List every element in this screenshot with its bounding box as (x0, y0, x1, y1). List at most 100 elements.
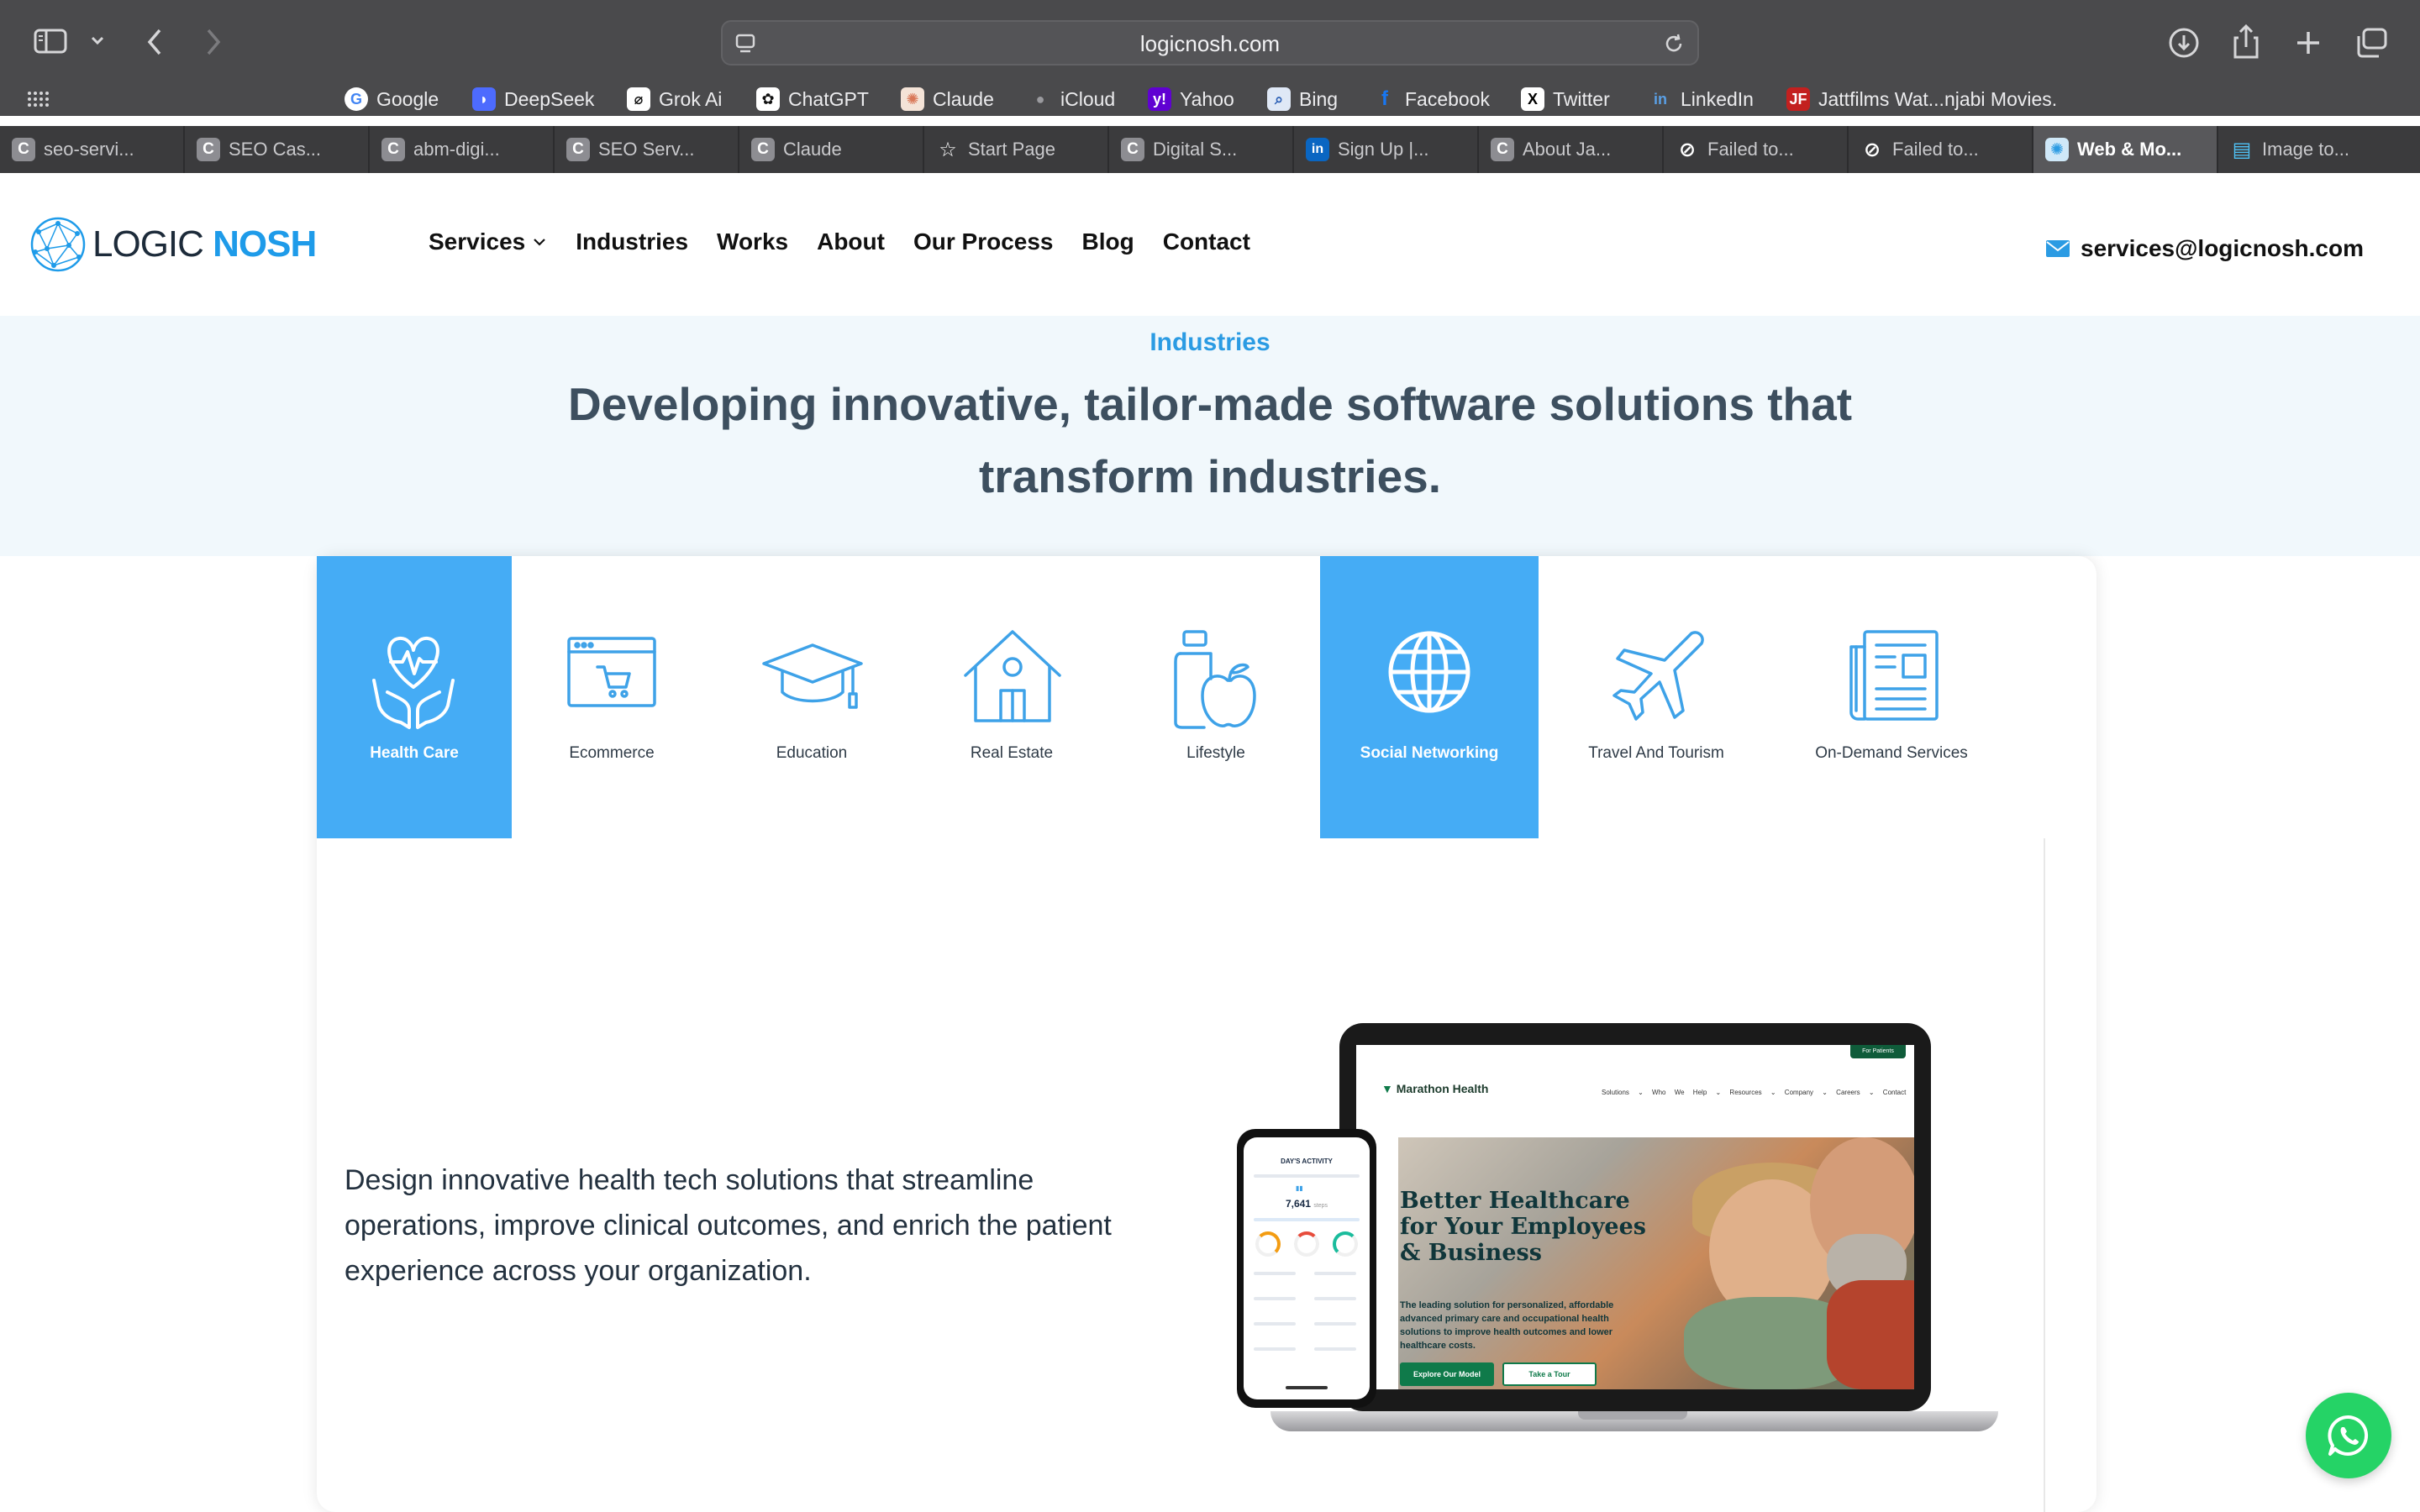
section-headline: Developing innovative, tailor-made softw… (567, 378, 1853, 502)
favorite-yahoo[interactable]: y! Yahoo (1148, 86, 1234, 113)
claude-icon: ✺ (901, 87, 924, 111)
favorite-jattfilms[interactable]: JF Jattfilms Wat...njabi Movies. (1786, 86, 2057, 113)
industry-label: Social Networking (1360, 744, 1499, 762)
download-icon[interactable] (2168, 27, 2200, 63)
tab-favicon: C (566, 138, 590, 161)
phone-steps: 7,641 steps (1285, 1198, 1328, 1210)
tab-label: Web & Mo... (2077, 139, 2182, 160)
tab-on-demand-services[interactable]: On-Demand Services (1774, 556, 2009, 838)
nav-industries[interactable]: Industries (576, 228, 688, 255)
nav-about[interactable]: About (817, 228, 885, 255)
logo-text: LOGIC NOSH (92, 223, 317, 265)
nav-contact[interactable]: Contact (1163, 228, 1250, 255)
deepseek-icon: ◗ (472, 87, 496, 111)
tab-travel-and-tourism[interactable]: Travel And Tourism (1539, 556, 1774, 838)
tab-favicon: C (197, 138, 220, 161)
new-tab-icon[interactable] (2294, 29, 2323, 61)
favorite-label: Jattfilms Wat...njabi Movies. (1818, 87, 2058, 110)
favorite-label: Grok Ai (659, 87, 723, 110)
browser-tab[interactable]: C SEO Serv... (555, 126, 739, 173)
favorite-grok[interactable]: ⌀ Grok Ai (627, 86, 722, 113)
browser-tab-active[interactable]: ✺ Web & Mo... (2033, 126, 2218, 173)
email-link[interactable]: services@logicnosh.com (2045, 235, 2364, 262)
industries-hero: Industries Developing innovative, tailor… (0, 316, 2420, 556)
browser-tab[interactable]: ☆ Start Page (924, 126, 1109, 173)
nav-blog[interactable]: Blog (1082, 228, 1134, 255)
back-icon[interactable] (145, 27, 165, 61)
browser-tab[interactable]: ⊘ Failed to... (1664, 126, 1849, 173)
industry-label: Real Estate (970, 744, 1054, 762)
browser-toolbar: logicnosh.com (0, 0, 2420, 82)
forward-icon[interactable] (203, 27, 224, 61)
tab-social-networking[interactable]: Social Networking (1320, 556, 1539, 838)
favorite-label: Bing (1299, 87, 1339, 110)
document-icon: ▤ (2232, 138, 2252, 161)
browser-tab[interactable]: C Claude (739, 126, 924, 173)
favorite-label: DeepSeek (504, 87, 595, 110)
laptop-mockup: For Patients ▼ Marathon Health Solutions… (1339, 1023, 1931, 1411)
favorite-google[interactable]: G Google (345, 86, 439, 113)
reload-icon[interactable] (1662, 32, 1686, 60)
phone-screen: DAY'S ACTIVITY ▮▮ 7,641 steps (1244, 1137, 1370, 1399)
tab-favicon: C (381, 138, 405, 161)
facebook-icon: f (1381, 87, 1388, 110)
tab-favicon: C (1121, 138, 1144, 161)
favorite-icloud[interactable]: ● iCloud (1028, 86, 1116, 113)
favorite-deepseek[interactable]: ◗ DeepSeek (472, 86, 594, 113)
chevron-down-icon[interactable] (89, 32, 106, 53)
mockup-button-primary: Explore Our Model (1400, 1362, 1494, 1386)
address-bar[interactable]: logicnosh.com (721, 20, 1699, 66)
nav-our-process[interactable]: Our Process (913, 228, 1054, 255)
tab-overview-icon[interactable] (2354, 27, 2388, 63)
browser-tab[interactable]: Cseo-servi... (0, 126, 185, 173)
favorite-chatgpt[interactable]: ✿ ChatGPT (756, 86, 869, 113)
favorite-bing[interactable]: ⌕ Bing (1267, 86, 1338, 113)
tab-bar: Cseo-servi... C SEO Cas... Cabm-digi... C… (0, 126, 2420, 173)
tab-label: SEO Cas... (229, 139, 322, 160)
tab-education[interactable]: Education (712, 556, 912, 838)
browser-tab[interactable]: ⊘ Failed to... (1849, 126, 2033, 173)
browser-tab[interactable]: C Digital S... (1109, 126, 1294, 173)
bing-icon: ⌕ (1267, 87, 1291, 111)
phone-line (1314, 1347, 1356, 1351)
grid-icon[interactable] (27, 91, 49, 112)
sidebar-icon[interactable] (34, 29, 67, 58)
newspaper-icon (1849, 630, 1939, 721)
browser-tab[interactable]: C SEO Cas... (185, 126, 370, 173)
favorite-twitter[interactable]: X Twitter (1521, 86, 1610, 113)
browser-tab[interactable]: Cabm-digi... (370, 126, 555, 173)
site-logo[interactable]: LOGIC NOSH (29, 215, 317, 274)
favorite-linkedin[interactable]: in LinkedIn (1649, 86, 1754, 113)
favorite-facebook[interactable]: f Facebook (1373, 86, 1490, 113)
graduation-cap-icon (762, 643, 863, 709)
browser-tab[interactable]: in Sign Up |... (1294, 126, 1479, 173)
phone-line (1254, 1297, 1296, 1300)
phone-line (1254, 1218, 1360, 1221)
main-nav: Services Industries Works About Our Proc… (429, 228, 1250, 255)
tab-real-estate[interactable]: Real Estate (912, 556, 1112, 838)
tab-label: Digital S... (1153, 139, 1238, 160)
favorite-label: LinkedIn (1681, 87, 1754, 110)
tab-lifestyle[interactable]: Lifestyle (1112, 556, 1320, 838)
section-kicker: Industries (1150, 328, 1270, 356)
favorite-claude[interactable]: ✺ Claude (901, 86, 994, 113)
mockup-nav: For Patients ▼ Marathon Health Solutions… (1356, 1045, 1914, 1116)
share-icon[interactable] (2232, 24, 2260, 65)
x-icon: X (1521, 87, 1544, 111)
home-indicator (1286, 1386, 1328, 1389)
globe-icon (1388, 631, 1470, 713)
industry-description: Design innovative health tech solutions … (345, 1164, 1112, 1287)
browser-tab[interactable]: C About Ja... (1479, 126, 1664, 173)
phone-title: DAY'S ACTIVITY (1281, 1158, 1333, 1165)
content-divider (2044, 838, 2045, 1512)
tab-health-care[interactable]: Health Care (317, 556, 512, 838)
nav-services[interactable]: Services (429, 228, 547, 255)
tab-label: abm-digi... (413, 139, 500, 160)
whatsapp-button[interactable] (2306, 1393, 2391, 1478)
mockup-badge: For Patients (1850, 1045, 1906, 1058)
tab-label: Failed to... (1707, 139, 1794, 160)
favorite-label: Claude (933, 87, 994, 110)
browser-tab[interactable]: ▤ Image to... (2218, 126, 2420, 173)
tab-ecommerce[interactable]: Ecommerce (512, 556, 712, 838)
nav-works[interactable]: Works (717, 228, 788, 255)
